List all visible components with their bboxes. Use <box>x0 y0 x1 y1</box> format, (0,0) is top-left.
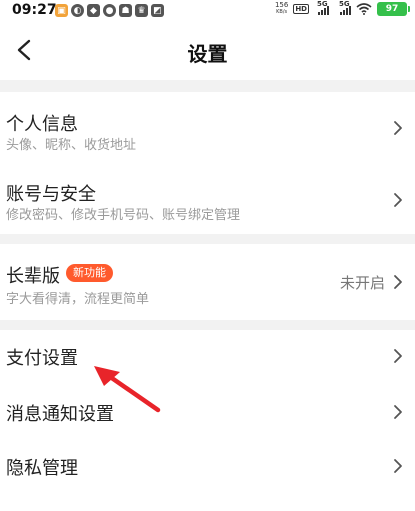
chevron-right-icon <box>393 192 403 208</box>
settings-item-payment[interactable]: 支付设置 <box>0 330 415 384</box>
hd-voice-icon: HD <box>293 4 309 14</box>
chevron-right-icon <box>393 120 403 136</box>
section-divider <box>0 320 415 330</box>
item-title: 隐私管理 <box>6 458 78 479</box>
status-indicators: 156 KB/s HD 5G 5G 97 <box>274 0 410 16</box>
chevron-right-icon <box>393 274 403 290</box>
status-bar: 09:27 ▣ ◐ ◆ ● ☗ ♛ ◩ 156 KB/s HD 5G 5G 97 <box>0 0 415 22</box>
battery-icon: 97 <box>377 2 410 16</box>
wifi-icon <box>356 3 372 15</box>
item-subtitle: 头像、昵称、收货地址 <box>6 138 137 153</box>
chat-notification-icon: ● <box>103 4 116 17</box>
network-speed: 156 KB/s <box>274 1 289 16</box>
settings-item-personal-info[interactable]: 个人信息 头像、昵称、收货地址 <box>0 92 415 164</box>
status-time: 09:27 <box>12 2 57 18</box>
item-title: 长辈版 <box>6 266 60 287</box>
app-notification-icon: ☗ <box>119 4 132 17</box>
page-title: 设置 <box>187 42 228 66</box>
chevron-right-icon <box>393 348 403 364</box>
annotation-arrow-icon <box>94 366 161 413</box>
settings-item-privacy[interactable]: 隐私管理 <box>0 438 415 492</box>
item-title: 个人信息 <box>6 114 78 135</box>
item-subtitle: 字大看得清，流程更简单 <box>6 292 150 307</box>
item-title: 支付设置 <box>6 348 78 369</box>
nav-header: 设置 <box>0 22 415 80</box>
signal-icon: 5G <box>339 0 351 15</box>
elder-mode-status: 未开启 <box>339 274 385 292</box>
crown-notification-icon: ♛ <box>135 4 148 17</box>
chevron-right-icon <box>393 458 403 474</box>
app-notification-icon: ◩ <box>151 4 164 17</box>
app-notification-icon: ▣ <box>55 4 68 17</box>
section-divider <box>0 234 415 244</box>
settings-item-notifications[interactable]: 消息通知设置 <box>0 384 415 438</box>
item-title: 账号与安全 <box>6 184 96 205</box>
notification-icons: ▣ ◐ ◆ ● ☗ ♛ ◩ <box>55 4 164 17</box>
settings-item-elder-mode[interactable]: 长辈版 新功能 字大看得清，流程更简单 未开启 <box>0 244 415 320</box>
new-feature-badge: 新功能 <box>66 264 113 282</box>
app-notification-icon: ◐ <box>71 4 84 17</box>
app-notification-icon: ◆ <box>87 4 100 17</box>
chevron-right-icon <box>393 404 403 420</box>
signal-icon: 5G <box>317 0 329 15</box>
item-subtitle: 修改密码、修改手机号码、账号绑定管理 <box>6 208 241 223</box>
settings-item-account-security[interactable]: 账号与安全 修改密码、修改手机号码、账号绑定管理 <box>0 164 415 234</box>
section-divider <box>0 80 415 92</box>
